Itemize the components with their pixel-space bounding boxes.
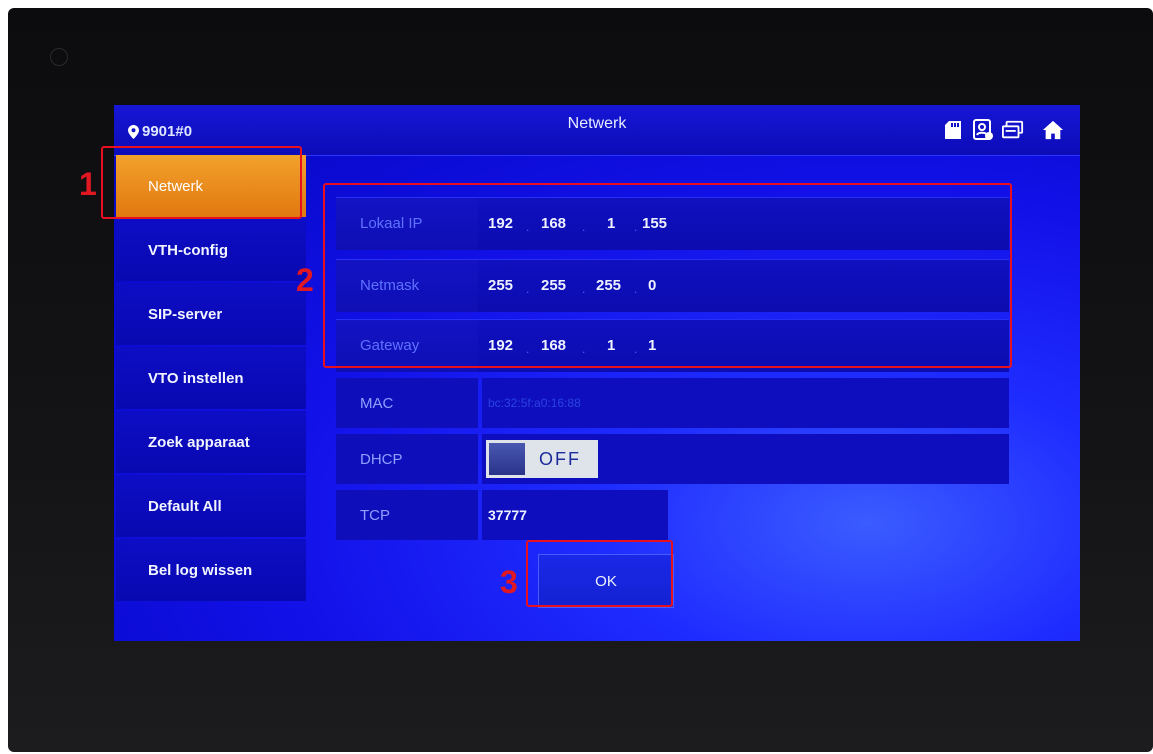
sidebar-item-bel-log-wissen[interactable]: Bel log wissen <box>116 539 306 601</box>
annotation-number-2: 2 <box>296 262 314 298</box>
dhcp-field: OFF <box>482 434 1009 484</box>
tcp-value[interactable]: 37777 <box>488 507 527 523</box>
annotation-number-3: 3 <box>500 564 518 600</box>
sd-card-icon[interactable] <box>942 119 964 141</box>
tcp-row: TCP 37777 <box>336 490 1009 540</box>
camera-sensor <box>50 48 68 66</box>
mac-field: bc:32:5f:a0:16:88 <box>482 378 1009 428</box>
page-title: Netwerk <box>567 115 627 132</box>
tcp-label: TCP <box>336 490 478 540</box>
dhcp-row: DHCP OFF <box>336 434 1009 484</box>
highlight-box-3 <box>526 540 673 607</box>
highlight-box-2 <box>323 183 1012 368</box>
sidebar-item-label: VTO instellen <box>148 369 244 387</box>
sidebar-item-default-all[interactable]: Default All <box>116 475 306 537</box>
sidebar-item-label: Default All <box>148 497 222 515</box>
tcp-field[interactable]: 37777 <box>482 490 668 540</box>
sidebar-item-label: Zoek apparaat <box>148 433 250 451</box>
mac-row: MAC bc:32:5f:a0:16:88 <box>336 378 1009 428</box>
home-icon[interactable] <box>1042 119 1064 141</box>
sidebar-item-vth-config[interactable]: VTH-config <box>116 219 306 281</box>
mac-value: bc:32:5f:a0:16:88 <box>488 396 581 410</box>
dhcp-label: DHCP <box>336 434 478 484</box>
sidebar-item-zoek-apparaat[interactable]: Zoek apparaat <box>116 411 306 473</box>
contact-icon[interactable] <box>972 119 994 141</box>
dhcp-toggle[interactable]: OFF <box>486 440 598 478</box>
sidebar-item-label: SIP-server <box>148 305 223 323</box>
toggle-knob <box>489 443 525 475</box>
sidebar-item-vto-instellen[interactable]: VTO instellen <box>116 347 306 409</box>
sidebar: Netwerk VTH-config SIP-server VTO instel… <box>116 155 306 603</box>
annotation-number-1: 1 <box>79 166 97 202</box>
sidebar-item-sip-server[interactable]: SIP-server <box>116 283 306 345</box>
sidebar-item-label: Bel log wissen <box>148 561 253 579</box>
mac-label: MAC <box>336 378 478 428</box>
dhcp-state: OFF <box>539 448 581 469</box>
sidebar-item-label: VTH-config <box>148 241 228 259</box>
highlight-box-1 <box>101 146 302 219</box>
network-icon[interactable] <box>1002 119 1024 141</box>
device-bezel: 9901#0 Netwerk Netwerk VTH-config SIP-se… <box>8 8 1153 752</box>
